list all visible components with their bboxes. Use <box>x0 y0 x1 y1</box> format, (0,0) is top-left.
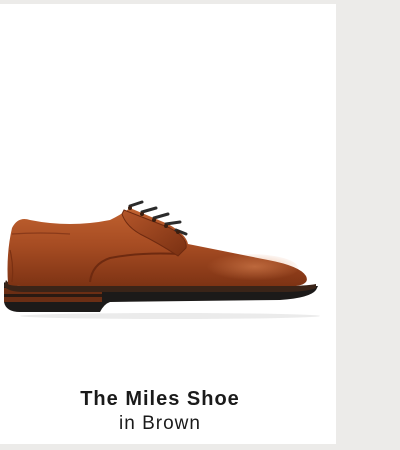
page: The Miles Shoe in Brown <box>0 0 400 450</box>
brown-derby-shoe-icon <box>4 200 320 319</box>
product-image[interactable] <box>0 194 336 324</box>
product-color: in Brown <box>119 413 201 434</box>
product-name[interactable]: The Miles Shoe <box>0 386 320 412</box>
product-card[interactable]: The Miles Shoe in Brown <box>0 4 336 444</box>
